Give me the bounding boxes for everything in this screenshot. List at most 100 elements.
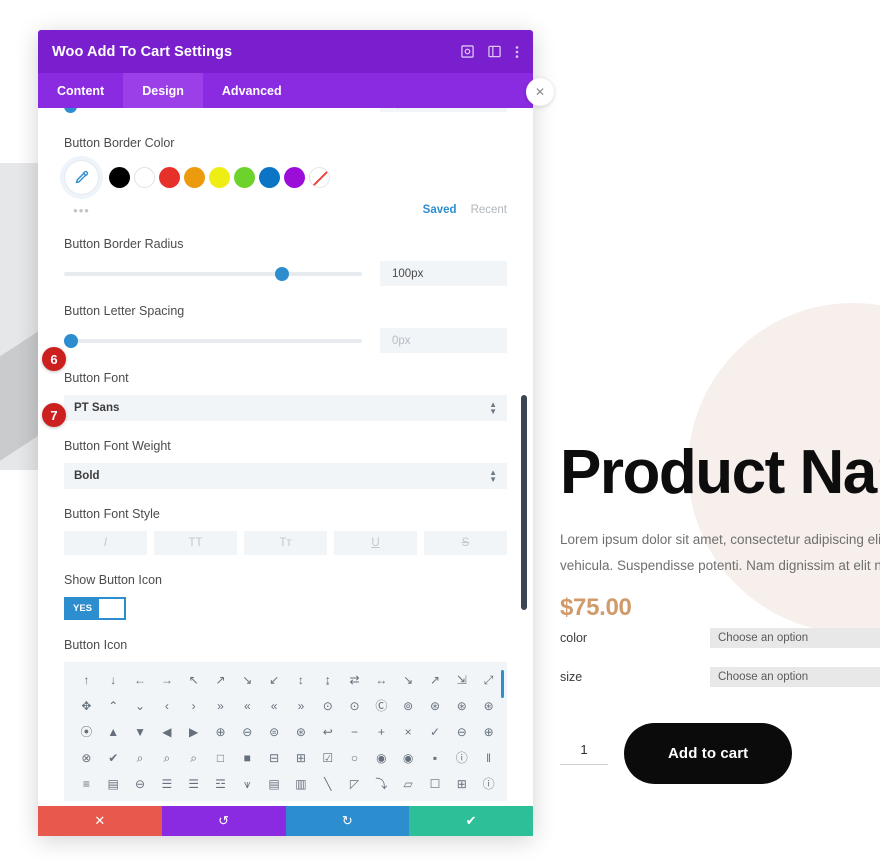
icon-option[interactable]: ⤵ <box>368 775 395 792</box>
icon-option[interactable]: › <box>180 697 207 714</box>
icon-option[interactable]: ↖ <box>180 671 207 688</box>
icon-option[interactable]: ↗ <box>422 671 449 688</box>
slider-knob[interactable] <box>64 333 78 348</box>
icon-option[interactable]: ◀ <box>153 723 180 740</box>
cancel-button[interactable]: ✕ <box>38 806 162 836</box>
icon-option[interactable]: ✓ <box>422 723 449 740</box>
icon-option[interactable]: ⊚ <box>395 697 422 714</box>
icon-option[interactable]: □ <box>207 749 234 766</box>
toggle-show-button-icon[interactable]: YES <box>64 597 126 620</box>
swatch-purple[interactable] <box>284 167 305 188</box>
icon-option[interactable]: ▶ <box>180 723 207 740</box>
icon-option[interactable]: ⊕ <box>475 723 502 740</box>
icon-option[interactable]: ⊛ <box>422 697 449 714</box>
icon-option[interactable]: ▪ <box>422 749 449 766</box>
icon-option[interactable]: ‹ <box>153 697 180 714</box>
attribute-select-size[interactable]: Choose an option <box>710 666 880 687</box>
tab-content[interactable]: Content <box>38 73 123 108</box>
icon-option[interactable]: ⊖ <box>234 723 261 740</box>
icon-option[interactable]: ☲ <box>207 775 234 792</box>
select-button-font[interactable]: PT Sans ▲ ▼ <box>64 395 507 421</box>
slider-border-radius[interactable] <box>64 266 362 281</box>
kebab-menu-icon[interactable] <box>515 45 519 59</box>
icon-option[interactable]: ↨ <box>314 671 341 688</box>
icon-option[interactable]: ⌕ <box>180 749 207 766</box>
partial-slider-knob[interactable] <box>64 108 77 113</box>
icon-option[interactable]: « <box>261 697 288 714</box>
icon-option[interactable]: ▤ <box>100 775 127 792</box>
icon-option[interactable]: ▼ <box>127 723 154 740</box>
panel-layout-icon[interactable] <box>488 45 501 58</box>
select-button-font-weight[interactable]: Bold ▲ ▼ <box>64 463 507 489</box>
icon-option[interactable]: ⌃ <box>100 697 127 714</box>
icon-option[interactable]: ↩ <box>314 723 341 740</box>
icon-picker-scrollbar[interactable] <box>501 670 504 698</box>
icon-option[interactable]: » <box>207 697 234 714</box>
save-button[interactable]: ✔ <box>409 806 533 836</box>
icon-option[interactable]: ↓ <box>100 671 127 688</box>
swatch-orange[interactable] <box>184 167 205 188</box>
underline-button[interactable]: U <box>334 531 417 555</box>
input-border-radius[interactable]: 100px <box>380 261 507 286</box>
uppercase-button[interactable]: TT <box>154 531 237 555</box>
icon-option[interactable]: » <box>288 697 315 714</box>
target-icon[interactable] <box>461 45 474 58</box>
icon-option[interactable]: + <box>368 723 395 740</box>
icon-option[interactable]: Ⓒ <box>368 697 395 714</box>
icon-option[interactable]: ↔ <box>368 671 395 688</box>
icon-option[interactable]: ⊞ <box>288 749 315 766</box>
icon-option[interactable]: « <box>234 697 261 714</box>
swatch-white[interactable] <box>134 167 155 188</box>
icon-option[interactable]: ⊙ <box>314 697 341 714</box>
icon-option[interactable]: ■ <box>234 749 261 766</box>
icon-option[interactable]: ⓘ <box>475 775 502 792</box>
redo-button[interactable]: ↻ <box>285 806 410 836</box>
icon-option[interactable]: ▲ <box>100 723 127 740</box>
icon-option[interactable]: ◉ <box>368 749 395 766</box>
swatch-red[interactable] <box>159 167 180 188</box>
icon-option[interactable]: ╲ <box>314 775 341 792</box>
icon-option[interactable]: ⊖ <box>127 775 154 792</box>
icon-option[interactable]: ↗ <box>207 671 234 688</box>
icon-option[interactable]: ⊞ <box>448 775 475 792</box>
icon-option[interactable]: ☑ <box>314 749 341 766</box>
slider-knob[interactable] <box>274 266 289 281</box>
undo-button[interactable]: ↺ <box>161 806 286 836</box>
more-colors-icon[interactable]: ••• <box>64 203 99 218</box>
icon-option[interactable]: ☰ <box>180 775 207 792</box>
modal-scrollbar[interactable] <box>521 395 527 610</box>
quantity-input[interactable]: 1 <box>560 742 608 765</box>
icon-option[interactable]: ☐ <box>422 775 449 792</box>
swatch-transparent[interactable] <box>309 167 330 188</box>
icon-option[interactable]: ⇲ <box>448 671 475 688</box>
icon-option[interactable]: ○ <box>341 749 368 766</box>
icon-option[interactable]: ⊛ <box>288 723 315 740</box>
recent-colors-link[interactable]: Recent <box>471 204 507 216</box>
icon-option[interactable]: ⌄ <box>127 697 154 714</box>
icon-option[interactable]: ⓘ <box>448 749 475 766</box>
icon-option[interactable]: ‖ <box>475 749 502 766</box>
icon-option[interactable]: ⊗ <box>73 749 100 766</box>
icon-option[interactable]: ⊟ <box>261 749 288 766</box>
icon-option[interactable]: ⦿ <box>73 723 100 740</box>
saved-colors-link[interactable]: Saved <box>423 204 457 216</box>
attribute-select-color[interactable]: Choose an option <box>710 627 880 648</box>
icon-option[interactable]: ▤ <box>261 775 288 792</box>
icon-option[interactable]: × <box>395 723 422 740</box>
swatch-green[interactable] <box>234 167 255 188</box>
tab-design[interactable]: Design <box>123 73 203 108</box>
icon-option[interactable]: ☰ <box>153 775 180 792</box>
icon-option[interactable]: ✥ <box>73 697 100 714</box>
icon-option[interactable]: ← <box>127 671 154 688</box>
icon-option[interactable]: ⊖ <box>448 723 475 740</box>
partial-slider-value[interactable]: 0px <box>380 108 507 112</box>
input-letter-spacing[interactable]: 0px <box>380 328 507 353</box>
icon-option[interactable]: ⇄ <box>341 671 368 688</box>
icon-option[interactable]: ⌕ <box>127 749 154 766</box>
icon-option[interactable]: − <box>341 723 368 740</box>
strikethrough-button[interactable]: S <box>424 531 507 555</box>
add-to-cart-button[interactable]: Add to cart <box>624 722 793 784</box>
slider-letter-spacing[interactable] <box>64 333 362 348</box>
icon-option[interactable]: ↑ <box>73 671 100 688</box>
icon-option[interactable]: ⤢ <box>475 671 502 688</box>
